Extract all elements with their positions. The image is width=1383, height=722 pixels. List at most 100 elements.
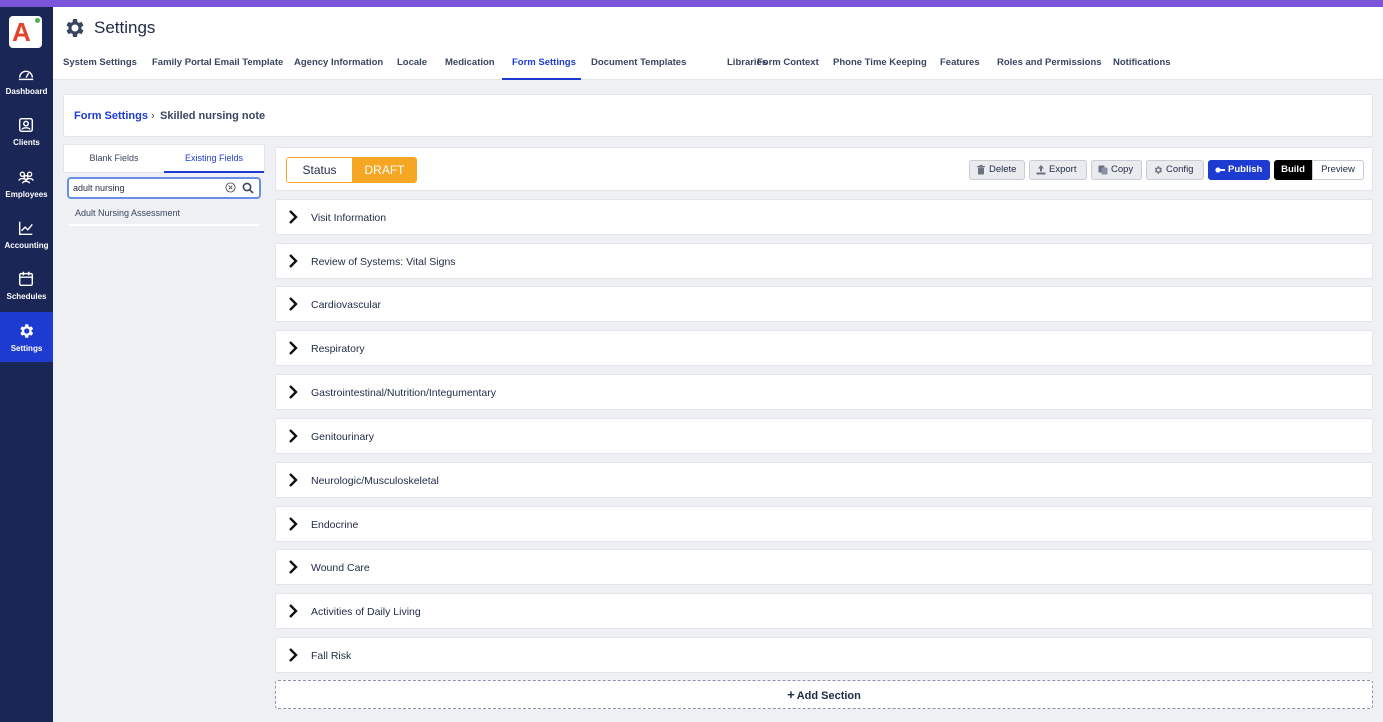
tab-notifications[interactable]: Notifications bbox=[1103, 51, 1181, 80]
chevron-right-icon[interactable] bbox=[288, 517, 299, 531]
tab-form-settings[interactable]: Form Settings bbox=[502, 51, 581, 80]
build-mode-button[interactable]: Build bbox=[1274, 160, 1312, 180]
gear-icon bbox=[20, 324, 34, 338]
copy-icon bbox=[1098, 165, 1108, 175]
calendar-icon bbox=[18, 271, 34, 287]
top-accent-bar bbox=[0, 0, 1383, 7]
form-section[interactable]: Endocrine bbox=[275, 506, 1373, 542]
status-label: Status bbox=[287, 158, 352, 182]
tab-medication[interactable]: Medication bbox=[435, 51, 505, 80]
form-section[interactable]: Wound Care bbox=[275, 549, 1373, 585]
form-toolbar: Status DRAFT Delete Export Copy Config P… bbox=[275, 147, 1373, 191]
chevron-right-icon[interactable] bbox=[288, 297, 299, 311]
tab-document-templates[interactable]: Document Templates bbox=[581, 51, 696, 80]
field-panel-tabs: Blank Fields Existing Fields bbox=[63, 144, 265, 173]
section-title: Visit Information bbox=[311, 212, 387, 224]
tab-system-settings[interactable]: System Settings bbox=[53, 51, 147, 80]
publish-button[interactable]: Publish bbox=[1208, 160, 1270, 180]
sidebar-item-dashboard[interactable]: Dashboard bbox=[0, 59, 53, 109]
delete-button-label: Delete bbox=[989, 164, 1017, 175]
tab-roles-and-permissions[interactable]: Roles and Permissions bbox=[987, 51, 1112, 80]
sidebar-item-label: Settings bbox=[10, 344, 43, 353]
accounting-icon bbox=[18, 221, 33, 236]
add-section-label: Add Section bbox=[796, 690, 861, 702]
status-badge: Status DRAFT bbox=[286, 157, 417, 183]
clear-icon[interactable] bbox=[225, 182, 236, 193]
dashboard-icon bbox=[18, 70, 34, 81]
chevron-right-icon[interactable] bbox=[288, 385, 299, 399]
publish-icon bbox=[1215, 167, 1225, 173]
tab-blank-fields[interactable]: Blank Fields bbox=[64, 145, 164, 173]
form-section[interactable]: Gastrointestinal/Nutrition/Integumentary bbox=[275, 374, 1373, 410]
form-section[interactable]: Cardiovascular bbox=[275, 286, 1373, 322]
form-section[interactable]: Genitourinary bbox=[275, 418, 1373, 454]
breadcrumb: Form Settings › Skilled nursing note bbox=[63, 94, 1373, 137]
chevron-right-icon[interactable] bbox=[288, 473, 299, 487]
sidebar-item-clients[interactable]: Clients bbox=[0, 110, 53, 160]
breadcrumb-form-settings-link[interactable]: Form Settings bbox=[74, 110, 148, 122]
section-title: Endocrine bbox=[311, 519, 359, 531]
sidebar-item-employees[interactable]: Employees bbox=[0, 162, 53, 212]
employees-icon bbox=[18, 171, 34, 184]
clients-icon bbox=[18, 117, 34, 133]
tab-agency-information[interactable]: Agency Information bbox=[284, 51, 393, 80]
form-section[interactable]: Neurologic/Musculoskeletal bbox=[275, 462, 1373, 498]
tab-existing-fields[interactable]: Existing Fields bbox=[164, 145, 264, 173]
sidebar-item-schedules[interactable]: Schedules bbox=[0, 264, 53, 314]
export-icon bbox=[1036, 165, 1046, 175]
chevron-right-icon[interactable] bbox=[288, 429, 299, 443]
plus-icon: + bbox=[787, 687, 795, 702]
field-panel: Blank Fields Existing Fields Adult Nursi… bbox=[63, 144, 265, 230]
form-section[interactable]: Review of Systems: Vital Signs bbox=[275, 243, 1373, 279]
breadcrumb-current: Skilled nursing note bbox=[160, 110, 266, 122]
form-section[interactable]: Respiratory bbox=[275, 330, 1373, 366]
form-section[interactable]: Visit Information bbox=[275, 199, 1373, 235]
tab-family-portal-email-template[interactable]: Family Portal Email Template bbox=[142, 51, 293, 80]
section-title: Gastrointestinal/Nutrition/Integumentary bbox=[311, 387, 497, 399]
gear-icon bbox=[1154, 166, 1162, 174]
section-title: Wound Care bbox=[311, 562, 370, 574]
config-button[interactable]: Config bbox=[1146, 160, 1204, 180]
search-result-item[interactable]: Adult Nursing Assessment bbox=[69, 206, 259, 226]
field-search-input[interactable] bbox=[73, 181, 223, 195]
sidebar-item-accounting[interactable]: Accounting bbox=[0, 213, 53, 263]
chevron-right-icon[interactable] bbox=[288, 341, 299, 355]
page-title: Settings bbox=[94, 18, 156, 37]
sidebar: A Dashboard Clients Employees Accounting… bbox=[0, 7, 53, 722]
sidebar-item-label: Dashboard bbox=[5, 87, 48, 96]
section-title: Cardiovascular bbox=[311, 299, 382, 311]
tab-phone-time-keeping[interactable]: Phone Time Keeping bbox=[823, 51, 937, 80]
section-title: Neurologic/Musculoskeletal bbox=[311, 475, 439, 487]
form-section[interactable]: Activities of Daily Living bbox=[275, 593, 1373, 629]
sidebar-item-label: Employees bbox=[5, 190, 48, 199]
publish-button-label: Publish bbox=[1228, 164, 1263, 175]
chevron-right-icon[interactable] bbox=[288, 604, 299, 618]
section-title: Fall Risk bbox=[311, 650, 352, 662]
form-section[interactable]: Fall Risk bbox=[275, 637, 1373, 673]
trash-icon bbox=[977, 165, 985, 175]
breadcrumb-separator: › bbox=[151, 110, 155, 122]
search-icon[interactable] bbox=[242, 182, 254, 194]
section-title: Genitourinary bbox=[311, 431, 375, 443]
delete-button[interactable]: Delete bbox=[969, 160, 1025, 180]
app-logo[interactable]: A bbox=[9, 16, 42, 48]
chevron-right-icon[interactable] bbox=[288, 254, 299, 268]
tab-locale[interactable]: Locale bbox=[387, 51, 437, 80]
chevron-right-icon[interactable] bbox=[288, 560, 299, 574]
sidebar-item-label: Schedules bbox=[6, 292, 47, 301]
add-section-button[interactable]: + Add Section bbox=[275, 680, 1373, 709]
preview-mode-button[interactable]: Preview bbox=[1312, 160, 1364, 180]
chevron-right-icon[interactable] bbox=[288, 210, 299, 224]
section-title: Activities of Daily Living bbox=[311, 606, 421, 618]
sidebar-item-settings[interactable]: Settings bbox=[0, 312, 53, 362]
tab-features[interactable]: Features bbox=[930, 51, 990, 80]
settings-header: Settings System Settings Family Portal E… bbox=[53, 7, 1383, 80]
tab-form-context-visible[interactable]: Form Context bbox=[747, 51, 829, 80]
export-button-label: Export bbox=[1049, 164, 1077, 175]
export-button[interactable]: Export bbox=[1029, 160, 1087, 180]
gear-icon bbox=[66, 19, 84, 37]
status-value: DRAFT bbox=[352, 158, 416, 182]
section-title: Review of Systems: Vital Signs bbox=[311, 256, 456, 268]
chevron-right-icon[interactable] bbox=[288, 648, 299, 662]
copy-button[interactable]: Copy bbox=[1091, 160, 1142, 180]
